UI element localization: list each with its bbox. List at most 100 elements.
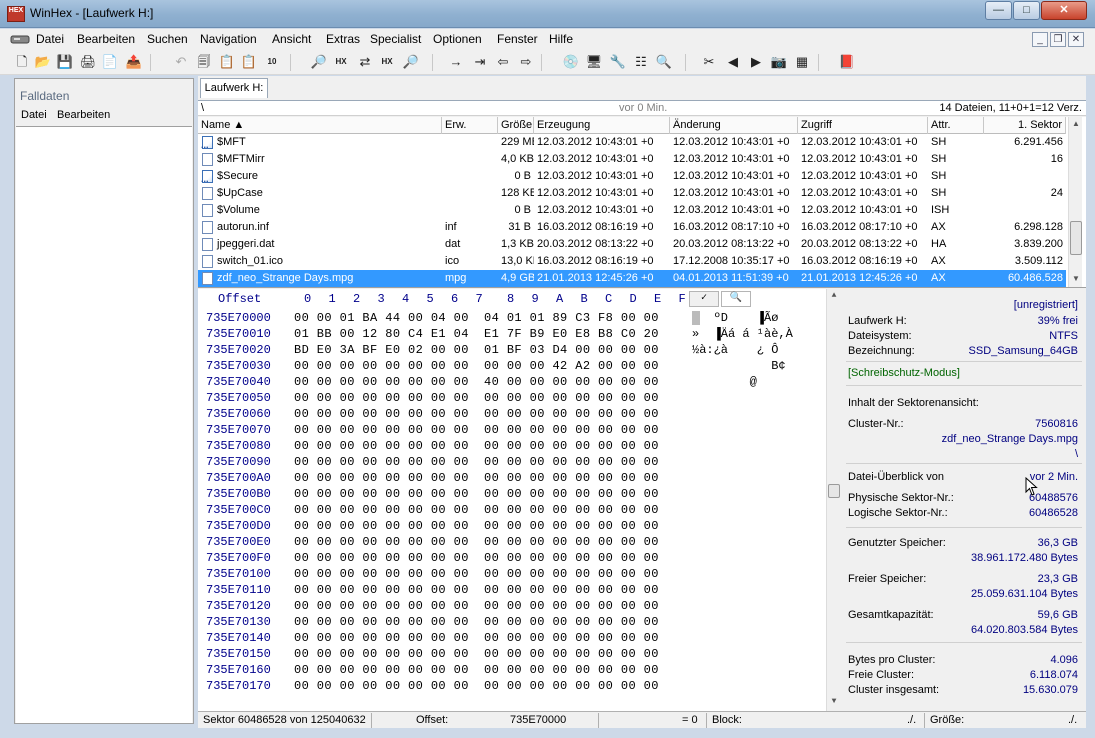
- find-icon[interactable]: 🔎: [310, 53, 328, 71]
- case-data-tree[interactable]: [16, 126, 192, 723]
- hex-row-bytes[interactable]: 00 00 01 BA 44 00 04 00 04 01 01 89 C3 F…: [294, 311, 659, 325]
- back-icon[interactable]: ⇦: [494, 53, 512, 71]
- mdi-restore-button[interactable]: ❐: [1050, 32, 1066, 47]
- scroll-up-icon[interactable]: ▲: [1069, 117, 1083, 131]
- hex-row-bytes[interactable]: 00 00 00 00 00 00 00 00 40 00 00 00 00 0…: [294, 375, 659, 389]
- cut-icon[interactable]: ✂: [700, 53, 718, 71]
- minimize-button[interactable]: —: [985, 1, 1012, 20]
- hex-row-bytes[interactable]: 00 00 00 00 00 00 00 00 00 00 00 00 00 0…: [294, 599, 659, 613]
- col-attr-header[interactable]: Attr.: [928, 117, 984, 134]
- open-icon[interactable]: 📂: [34, 53, 52, 71]
- hex-row-bytes[interactable]: 00 00 00 00 00 00 00 00 00 00 00 00 00 0…: [294, 487, 659, 501]
- forward-icon[interactable]: ⇨: [517, 53, 535, 71]
- hex-row-bytes[interactable]: 00 00 00 00 00 00 00 00 00 00 00 00 00 0…: [294, 535, 659, 549]
- find-hex-icon[interactable]: HX: [332, 53, 350, 71]
- file-row[interactable]: $UpCase 128 KB 12.03.2012 10:43:01 +0 12.03…: [198, 185, 1066, 202]
- menu-datei[interactable]: Datei: [36, 32, 64, 46]
- col-created-header[interactable]: Erzeugung: [534, 117, 670, 134]
- unregistered-label[interactable]: [unregistriert]: [1014, 299, 1078, 311]
- hex-row-bytes[interactable]: 00 00 00 00 00 00 00 00 00 00 00 00 00 0…: [294, 519, 659, 533]
- scroll-down-icon[interactable]: ▼: [1069, 272, 1083, 286]
- menu-optionen[interactable]: Optionen: [433, 32, 482, 46]
- menu-suchen[interactable]: Suchen: [147, 32, 188, 46]
- col-first-sector-header[interactable]: 1. Sektor: [984, 117, 1066, 134]
- menu-navigation[interactable]: Navigation: [200, 32, 257, 46]
- file-list-scrollbar[interactable]: ▲ ▼: [1068, 117, 1083, 287]
- hex-row-text[interactable]: @: [692, 375, 757, 389]
- case-menu-bearbeiten[interactable]: Bearbeiten: [57, 109, 110, 121]
- hex-row-bytes[interactable]: 00 00 00 00 00 00 00 00 00 00 00 00 00 0…: [294, 439, 659, 453]
- menu-fenster[interactable]: Fenster: [497, 32, 538, 46]
- snapshot-icon[interactable]: 📷: [770, 53, 788, 71]
- col-size-header[interactable]: Größe: [498, 117, 534, 134]
- close-button[interactable]: ✕: [1041, 1, 1087, 20]
- hex-row-bytes[interactable]: BD E0 3A BF E0 02 00 00 01 BF 03 D4 00 0…: [294, 343, 659, 357]
- hex-row-bytes[interactable]: 00 00 00 00 00 00 00 00 00 00 00 00 00 0…: [294, 567, 659, 581]
- hex-row-bytes[interactable]: 01 BB 00 12 80 C4 E1 04 E1 7F B9 E0 E8 B…: [294, 327, 659, 341]
- menu-specialist[interactable]: Specialist: [370, 32, 421, 46]
- menu-hilfe[interactable]: Hilfe: [549, 32, 573, 46]
- goto-icon[interactable]: →: [447, 53, 465, 71]
- calculator-icon[interactable]: ☷: [632, 53, 650, 71]
- hex-row-bytes[interactable]: 00 00 00 00 00 00 00 00 00 00 00 00 00 0…: [294, 679, 659, 693]
- tab-laufwerk-h[interactable]: Laufwerk H:: [200, 78, 268, 98]
- case-menu-datei[interactable]: Datei: [21, 109, 47, 121]
- file-row[interactable]: zdf_neo_Strange Days.mpg mpg 4,9 GB 21.01.2…: [198, 270, 1066, 287]
- hex-row-bytes[interactable]: 00 00 00 00 00 00 00 00 00 00 00 00 00 0…: [294, 615, 659, 629]
- hex-row-bytes[interactable]: 00 00 00 00 00 00 00 00 00 00 00 00 00 0…: [294, 647, 659, 661]
- new-icon[interactable]: 🗋: [13, 53, 31, 71]
- hex-scroll-thumb[interactable]: [828, 484, 840, 498]
- find-again-icon[interactable]: 🔎: [402, 53, 420, 71]
- prev-icon[interactable]: ◀: [724, 53, 742, 71]
- hex-row-text[interactable]: ºD ▐Ãø: [692, 311, 779, 325]
- file-row[interactable]: $Volume 0 B 12.03.2012 10:43:01 +0 12.03.20…: [198, 202, 1066, 219]
- print-icon[interactable]: 🖨: [79, 53, 97, 71]
- file-row[interactable]: $MFT229 MB12.03.2012 10:43:01 +012.03.20…: [198, 134, 1066, 151]
- search-icon[interactable]: 🔍: [655, 53, 673, 71]
- hex-row-bytes[interactable]: 00 00 00 00 00 00 00 00 00 00 00 00 00 0…: [294, 455, 659, 469]
- hex-icon[interactable]: 10: [263, 53, 281, 71]
- col-ext-header[interactable]: Erw.: [442, 117, 498, 134]
- hex-row-bytes[interactable]: 00 00 00 00 00 00 00 00 00 00 00 00 00 0…: [294, 423, 659, 437]
- magnifier-icon[interactable]: 🔍: [721, 291, 751, 307]
- file-row[interactable]: $MFTMirr 4,0 KB 12.03.2012 10:43:01 +0 12.0…: [198, 151, 1066, 168]
- hex-row-bytes[interactable]: 00 00 00 00 00 00 00 00 00 00 00 00 00 0…: [294, 551, 659, 565]
- hex-row-bytes[interactable]: 00 00 00 00 00 00 00 00 00 00 00 00 00 0…: [294, 631, 659, 645]
- hex-scroll-down-icon[interactable]: ▼: [827, 695, 841, 709]
- file-row[interactable]: autorun.inf inf 31 B 16.03.2012 08:16:19 +0…: [198, 219, 1066, 236]
- col-modified-header[interactable]: Änderung: [670, 117, 798, 134]
- hex-row-bytes[interactable]: 00 00 00 00 00 00 00 00 00 00 00 00 00 0…: [294, 407, 659, 421]
- file-row[interactable]: switch_01.icoico13,0 KB16.03.2012 08:16:…: [198, 253, 1066, 270]
- replace-icon[interactable]: ⇄: [356, 53, 374, 71]
- save-icon[interactable]: 💾: [56, 53, 74, 71]
- next-icon[interactable]: ▶: [747, 53, 765, 71]
- check-icon[interactable]: ✓: [689, 291, 719, 307]
- hex-row-bytes[interactable]: 00 00 00 00 00 00 00 00 00 00 00 00 00 0…: [294, 663, 659, 677]
- goto-sector-icon[interactable]: ⇥: [471, 53, 489, 71]
- book-icon[interactable]: 📕: [838, 53, 856, 71]
- table-icon[interactable]: ▦: [793, 53, 811, 71]
- properties-icon[interactable]: 📄: [101, 53, 119, 71]
- hex-editor[interactable]: Offset 0 1 2 3 4 5 6 7 8 9 A B C D E F ✓ 🔍 735E70000 00 …: [198, 289, 840, 711]
- hex-row-text[interactable]: ½à:¿à ¿ Ô: [692, 343, 778, 357]
- menu-extras[interactable]: Extras: [326, 32, 360, 46]
- maximize-button[interactable]: □: [1013, 1, 1040, 20]
- hex-row-bytes[interactable]: 00 00 00 00 00 00 00 00 00 00 00 00 00 0…: [294, 503, 659, 517]
- hex-row-bytes[interactable]: 00 00 00 00 00 00 00 00 00 00 00 00 00 0…: [294, 471, 659, 485]
- undo-icon[interactable]: ↶: [172, 53, 190, 71]
- hex-row-bytes[interactable]: 00 00 00 00 00 00 00 00 00 00 00 00 00 0…: [294, 583, 659, 597]
- file-row[interactable]: jpeggeri.dat dat 1,3 KB 20.03.2012 08:13:22…: [198, 236, 1066, 253]
- write-protect-mode[interactable]: [Schreibschutz-Modus]: [848, 367, 960, 379]
- hex-row-bytes[interactable]: 00 00 00 00 00 00 00 00 00 00 00 42 A2 0…: [294, 359, 659, 373]
- tools-icon[interactable]: 🔧: [609, 53, 627, 71]
- file-row[interactable]: $Secure 0 B 12.03.2012 10:43:01 +0 12.03.20…: [198, 168, 1066, 185]
- paste-special-icon[interactable]: 📋: [240, 53, 258, 71]
- menu-ansicht[interactable]: Ansicht: [272, 32, 311, 46]
- hex-row-text[interactable]: B¢: [692, 359, 785, 373]
- ram-icon[interactable]: 🖥: [585, 53, 603, 71]
- menu-bearbeiten[interactable]: Bearbeiten: [77, 32, 135, 46]
- paste-icon[interactable]: 📋: [218, 53, 236, 71]
- export-icon[interactable]: 📤: [125, 53, 143, 71]
- disk-icon[interactable]: 💿: [562, 53, 580, 71]
- replace-hex-icon[interactable]: HX: [378, 53, 396, 71]
